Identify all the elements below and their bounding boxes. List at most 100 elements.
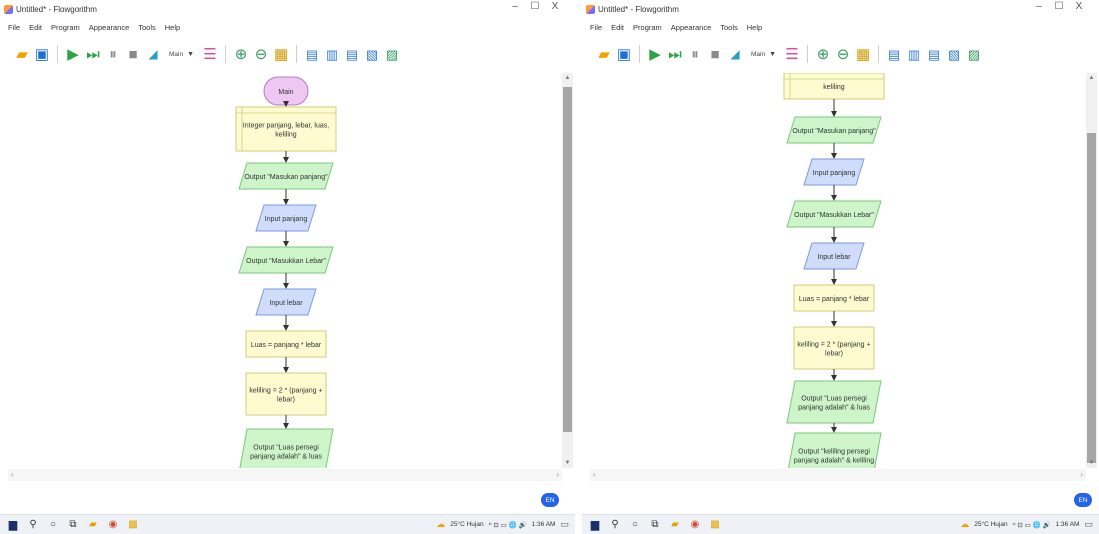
menu-edit[interactable]: Edit [29, 23, 42, 32]
scroll-down-icon[interactable]: ▼ [1086, 460, 1097, 466]
toolbar-separator [639, 45, 640, 63]
chrome-icon[interactable]: ◉ [106, 518, 120, 532]
file-explorer-icon[interactable]: ▰ [668, 518, 682, 532]
window-controls: – ☐ X [505, 1, 565, 12]
menu-program[interactable]: Program [51, 23, 80, 32]
open-folder-icon[interactable]: ▰ [14, 45, 30, 63]
menu-file[interactable]: File [8, 23, 20, 32]
scrollbar-thumb[interactable] [1087, 133, 1096, 463]
scroll-left-icon[interactable]: ‹ [11, 470, 14, 479]
variable-watch-icon[interactable]: ▦ [855, 45, 871, 63]
flowchart-canvas[interactable]: Main Integer panjang, lebar, luas, kelilin… [8, 73, 561, 468]
title-bar: Untitled* - Flowgorithm – ☐ X [582, 0, 1099, 19]
scroll-down-icon[interactable]: ▼ [562, 460, 573, 466]
minimize-button[interactable]: – [1029, 1, 1049, 12]
toolbar-separator [878, 45, 880, 63]
menu-appearance[interactable]: Appearance [89, 23, 129, 32]
function-select[interactable]: Main ▼ [747, 51, 780, 58]
zoom-in-icon[interactable]: ⊕ [233, 45, 249, 63]
chart-icon[interactable]: ▧ [364, 45, 380, 63]
weather-icon[interactable]: ☁ [436, 519, 445, 530]
tray-icons[interactable]: ^ ⊡ ▭ 🌐 🔊 [1013, 521, 1051, 529]
language-badge[interactable]: EN [541, 493, 559, 507]
weather-icon[interactable]: ☁ [960, 519, 969, 530]
vertical-scrollbar[interactable]: ▲ ▼ [1086, 73, 1097, 468]
windows-start-icon[interactable]: ▆ [6, 518, 20, 532]
stop-icon[interactable]: ■ [125, 45, 141, 63]
menu-help[interactable]: Help [165, 23, 180, 32]
weather-text[interactable]: 25°C Hujan [974, 521, 1007, 528]
zoom-out-icon[interactable]: ⊖ [835, 45, 851, 63]
cortana-icon[interactable]: ○ [628, 518, 642, 532]
documentation-icon[interactable]: ▤ [926, 45, 942, 63]
windows-start-icon[interactable]: ▆ [588, 518, 602, 532]
scrollbar-thumb[interactable] [563, 87, 572, 432]
file-explorer-icon[interactable]: ▰ [86, 518, 100, 532]
notification-icon[interactable]: ▭ [1084, 519, 1093, 530]
source-code-viewer-icon[interactable]: ▤ [886, 45, 902, 63]
close-button[interactable]: X [545, 1, 565, 12]
run-icon[interactable]: ▶ [65, 45, 81, 63]
task-view-icon[interactable]: ⧉ [66, 518, 80, 532]
tray-icons[interactable]: ^ ⊡ ▭ 🌐 🔊 [489, 521, 527, 529]
step-icon[interactable]: ⏭ [667, 45, 683, 63]
chart-icon[interactable]: ▧ [946, 45, 962, 63]
search-icon[interactable]: ⚲ [608, 518, 622, 532]
menu-file[interactable]: File [590, 23, 602, 32]
search-icon[interactable]: ⚲ [26, 518, 40, 532]
close-button[interactable]: X [1069, 1, 1089, 12]
task-view-icon[interactable]: ⧉ [648, 518, 662, 532]
weather-text[interactable]: 25°C Hujan [450, 521, 483, 528]
scroll-up-icon[interactable]: ▲ [1086, 75, 1097, 81]
maximize-button[interactable]: ☐ [1049, 1, 1069, 12]
clock[interactable]: 1:36 AM [532, 521, 556, 528]
flowchart-canvas[interactable]: keliling Output "Masukan panjang" Input pa… [590, 73, 1085, 468]
save-icon[interactable]: ▣ [616, 45, 632, 63]
horizontal-scrollbar[interactable]: ‹ › [590, 469, 1086, 481]
pause-icon[interactable]: ⏸ [687, 45, 703, 63]
vertical-scrollbar[interactable]: ▲ ▼ [562, 73, 573, 468]
export-icon[interactable]: ▨ [384, 45, 400, 63]
maximize-button[interactable]: ☐ [525, 1, 545, 12]
stop-icon[interactable]: ■ [707, 45, 723, 63]
add-function-icon[interactable]: ☰ [784, 45, 800, 63]
scroll-up-icon[interactable]: ▲ [562, 75, 573, 81]
function-select[interactable]: Main ▼ [165, 51, 198, 58]
run-icon[interactable]: ▶ [647, 45, 663, 63]
speed-icon[interactable]: ◢ [145, 45, 161, 63]
menu-tools[interactable]: Tools [720, 23, 738, 32]
menu-appearance[interactable]: Appearance [671, 23, 711, 32]
cortana-icon[interactable]: ○ [46, 518, 60, 532]
notification-icon[interactable]: ▭ [560, 519, 569, 530]
chrome-icon[interactable]: ◉ [688, 518, 702, 532]
horizontal-scrollbar[interactable]: ‹ › [8, 469, 562, 481]
menu-help[interactable]: Help [747, 23, 762, 32]
scroll-right-icon[interactable]: › [556, 470, 559, 479]
minimize-button[interactable]: – [505, 1, 525, 12]
variable-watch-icon[interactable]: ▦ [273, 45, 289, 63]
speed-icon[interactable]: ◢ [727, 45, 743, 63]
console-icon[interactable]: ▥ [324, 45, 340, 63]
scroll-right-icon[interactable]: › [1080, 470, 1083, 479]
zoom-in-icon[interactable]: ⊕ [815, 45, 831, 63]
documentation-icon[interactable]: ▤ [344, 45, 360, 63]
flowgorithm-taskbar-icon[interactable]: ▩ [708, 518, 722, 532]
open-folder-icon[interactable]: ▰ [596, 45, 612, 63]
clock[interactable]: 1:36 AM [1056, 521, 1080, 528]
add-function-icon[interactable]: ☰ [202, 45, 218, 63]
pause-icon[interactable]: ⏸ [105, 45, 121, 63]
save-icon[interactable]: ▣ [34, 45, 50, 63]
zoom-out-icon[interactable]: ⊖ [253, 45, 269, 63]
scroll-left-icon[interactable]: ‹ [593, 470, 596, 479]
flowgorithm-taskbar-icon[interactable]: ▩ [126, 518, 140, 532]
menu-edit[interactable]: Edit [611, 23, 624, 32]
source-code-viewer-icon[interactable]: ▤ [304, 45, 320, 63]
step-icon[interactable]: ⏭ [85, 45, 101, 63]
language-badge[interactable]: EN [1074, 493, 1092, 507]
flowchart-node-text: Output "Masukan panjang" [792, 128, 876, 135]
menu-program[interactable]: Program [633, 23, 662, 32]
flowchart-node-text: keliling [275, 132, 297, 139]
export-icon[interactable]: ▨ [966, 45, 982, 63]
menu-tools[interactable]: Tools [138, 23, 156, 32]
console-icon[interactable]: ▥ [906, 45, 922, 63]
